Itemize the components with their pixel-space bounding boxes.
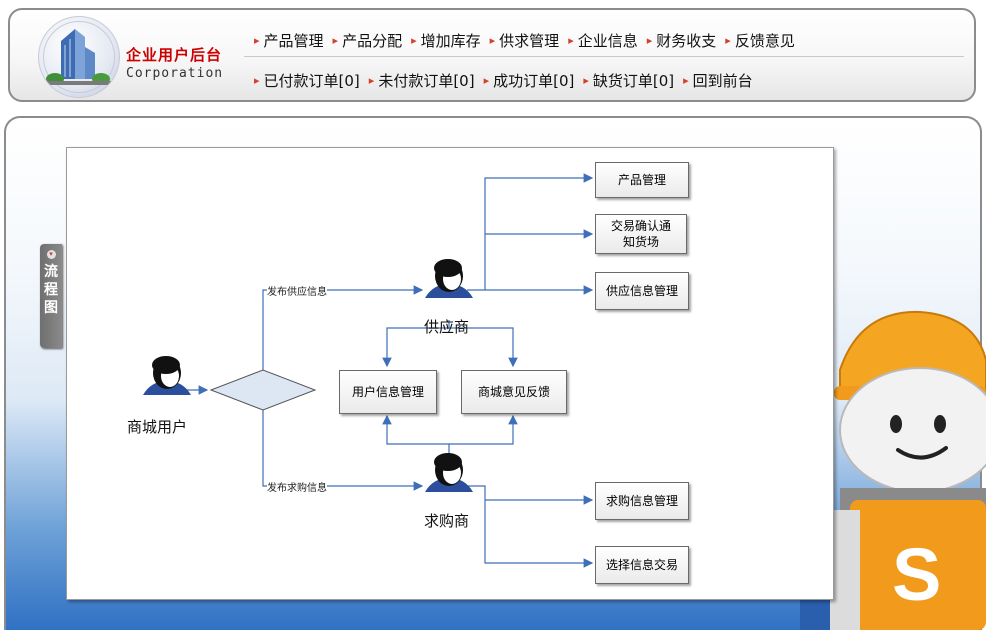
nav-back-to-front[interactable]: ▸ 回到前台 — [683, 70, 753, 91]
box-product-management: 产品管理 — [595, 162, 689, 198]
nav-successful-orders[interactable]: ▸ 成功订单[0] — [484, 70, 575, 91]
nav-divider — [244, 56, 964, 57]
corporation-logo — [38, 16, 120, 98]
side-tab-label: 流程图 — [44, 264, 58, 316]
decision-diamond — [209, 369, 317, 411]
box-mall-feedback: 商城意见反馈 — [461, 370, 567, 414]
edge-label-publish-demand: 发布求购信息 — [267, 479, 327, 494]
box-trade-confirm: 交易确认通知货场 — [595, 214, 687, 254]
box-demand-info-management: 求购信息管理 — [595, 482, 689, 520]
box-user-info-management: 用户信息管理 — [339, 370, 437, 414]
nav-label: 供求管理 — [499, 32, 560, 50]
nav-supply-demand[interactable]: ▸ 供求管理 — [490, 30, 560, 51]
box-supply-info-management: 供应信息管理 — [595, 272, 689, 310]
chevron-right-icon: ▸ — [368, 74, 375, 87]
circle-arrow-icon: ▾ — [46, 250, 56, 259]
building-icon — [46, 29, 111, 85]
nav-menu-primary: ▸ 产品管理 ▸ 产品分配 ▸ 增加库存 ▸ 供求管理 ▸ 企业信息 ▸ 财务收支 ▸ 反馈意… — [254, 30, 804, 51]
nav-label: 反馈意见 — [734, 32, 795, 50]
nav-product-allocation[interactable]: ▸ 产品分配 — [333, 30, 403, 51]
person-icon — [143, 356, 191, 395]
nav-label: 企业信息 — [577, 32, 638, 50]
chevron-right-icon: ▸ — [583, 74, 589, 87]
nav-product-management[interactable]: ▸ 产品管理 — [254, 30, 324, 51]
nav-out-of-stock-orders[interactable]: ▸ 缺货订单[0] — [583, 70, 674, 91]
nav-finance[interactable]: ▸ 财务收支 — [647, 30, 717, 51]
nav-menu-orders: ▸ 已付款订单[0] ▸ 未付款订单[0] ▸ 成功订单[0] ▸ 缺货订单[0] ▸ 回… — [254, 70, 762, 91]
chevron-right-icon: ▸ — [332, 34, 339, 47]
label-mall-user: 商城用户 — [127, 418, 188, 436]
nav-label: 增加库存 — [420, 32, 481, 50]
mascot-letter: S — [892, 533, 942, 616]
chevron-right-icon: ▸ — [254, 74, 260, 87]
nav-label: 回到前台 — [692, 72, 753, 90]
nav-label: 已付款订单[0] — [263, 72, 360, 90]
brand-name: 企业用户后台 — [126, 46, 223, 64]
chevron-right-icon: ▸ — [489, 34, 496, 47]
chevron-right-icon: ▸ — [483, 74, 490, 87]
flowchart-connectors — [143, 173, 594, 568]
chevron-right-icon: ▸ — [254, 34, 260, 47]
flowchart-side-tab[interactable]: ▾ 流程图 — [40, 244, 62, 348]
nav-feedback[interactable]: ▸ 反馈意见 — [725, 30, 795, 51]
brand-subtitle: Corporation — [126, 66, 224, 81]
nav-paid-orders[interactable]: ▸ 已付款订单[0] — [254, 70, 360, 91]
nav-add-inventory[interactable]: ▸ 增加库存 — [411, 30, 481, 51]
chevron-right-icon: ▸ — [568, 34, 574, 47]
nav-label: 未付款订单[0] — [378, 72, 475, 90]
nav-label: 缺货订单[0] — [592, 72, 675, 90]
person-icon — [425, 453, 473, 492]
nav-label: 产品管理 — [263, 32, 324, 50]
nav-company-info[interactable]: ▸ 企业信息 — [568, 30, 638, 51]
top-header: 企业用户后台 Corporation ▸ 产品管理 ▸ 产品分配 ▸ 增加库存 ▸ 供求… — [8, 8, 976, 102]
chevron-right-icon: ▸ — [725, 34, 731, 47]
nav-unpaid-orders[interactable]: ▸ 未付款订单[0] — [369, 70, 475, 91]
chevron-right-icon: ▸ — [411, 34, 417, 47]
nav-label: 产品分配 — [342, 32, 403, 50]
label-buyer: 求购商 — [424, 512, 470, 530]
flowchart-canvas: 商城用户 供应商 求购商 发布供应信息 发布求购信息 产品管理 交易确认通知货场… — [66, 147, 834, 600]
nav-label: 财务收支 — [656, 32, 717, 50]
chevron-right-icon: ▸ — [646, 34, 653, 47]
label-supplier: 供应商 — [424, 318, 470, 336]
nav-label: 成功订单[0] — [493, 72, 575, 90]
edge-label-publish-supply: 发布供应信息 — [267, 283, 327, 298]
box-select-info-trade: 选择信息交易 — [595, 546, 689, 584]
person-icon — [425, 259, 473, 298]
chevron-right-icon: ▸ — [683, 74, 689, 87]
